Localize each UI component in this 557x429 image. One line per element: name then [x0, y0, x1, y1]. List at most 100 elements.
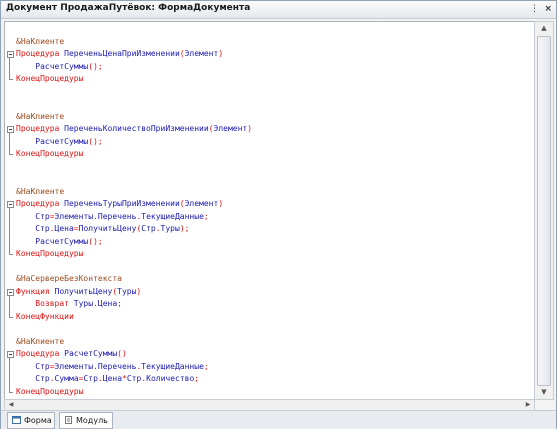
scroll-down-icon[interactable]: ▼ [535, 386, 553, 399]
code-token: Стр [141, 224, 156, 233]
vertical-scroll-thumb[interactable] [537, 36, 551, 386]
code-line: Стр.Сумма=Стр.Цена*Стр.Количество; [16, 373, 199, 385]
scroll-right-icon[interactable]: ▶ [522, 400, 534, 410]
code-token: () [117, 349, 127, 358]
code-editor[interactable]: &НаКлиенте Процедура ПереченьЦенаПриИзмен… [4, 21, 535, 400]
code-line: Стр=Элементы.Перечень.ТекущиеДанные; [16, 211, 208, 223]
code-token: Элементы [54, 361, 94, 371]
code-line: Стр.Цена=ПолучитьЦену(Стр.Туры); [16, 223, 189, 235]
code-token: (); [88, 236, 103, 246]
tab-module[interactable]: Модуль [59, 412, 113, 429]
code-token: ; [203, 361, 209, 371]
code-token: Количество [146, 374, 195, 383]
code-token: КонецПроцедуры [16, 386, 84, 396]
fold-end-mark [9, 316, 13, 318]
code-token: ТекущиеДанные [141, 361, 204, 371]
code-line: КонецПроцедуры [16, 386, 83, 398]
fold-end-mark [9, 154, 13, 156]
code-token: ; [117, 299, 122, 308]
code-token: (); [88, 136, 103, 146]
code-token: Стр [16, 361, 50, 371]
code-line: РасчетСуммы(); [16, 61, 103, 73]
code-line: &НаКлиенте [16, 186, 64, 198]
code-token: &НаКлиенте [16, 336, 65, 346]
fold-toggle-icon[interactable] [7, 51, 14, 59]
code-token: Функция [16, 286, 55, 296]
code-token: &НаКлиенте [16, 36, 65, 46]
code-token: ПереченьКоличествоПриИзменении [64, 124, 209, 133]
code-line: Стр=Элементы.Перечень.ТекущиеДанные; [16, 361, 209, 373]
form-icon [12, 416, 21, 424]
code-line: Процедура РасчетСуммы() [16, 348, 127, 360]
code-token: Стр [16, 374, 50, 383]
code-token: РасчетСуммы [16, 236, 89, 246]
fold-guide-line [9, 133, 10, 155]
code-token: ) [136, 286, 142, 296]
code-token: &НаКлиенте [16, 111, 65, 121]
code-token: КонецФункции [16, 311, 74, 321]
code-token: Цена [54, 224, 74, 233]
code-token: ) [218, 199, 224, 208]
code-token: (); [88, 61, 103, 71]
code-token: Туры [160, 224, 180, 233]
scroll-up-icon[interactable]: ▲ [535, 22, 553, 35]
code-line: Возврат Туры.Цена; [16, 298, 122, 310]
code-token: Перечень [97, 211, 137, 221]
code-line: &НаКлиенте [16, 111, 64, 123]
code-line: Функция ПолучитьЦену(Туры) [16, 286, 141, 298]
tab-form[interactable]: Форма [7, 412, 55, 429]
code-token: Стр [16, 224, 50, 233]
fold-end-mark [9, 391, 13, 393]
fold-toggle-icon[interactable] [7, 288, 14, 296]
code-line: КонецПроцедуры [16, 73, 83, 85]
bottom-tab-bar: Форма Модуль [1, 410, 556, 429]
code-token: &НаСервереБезКонтекста [16, 274, 122, 283]
fold-end-mark [9, 254, 13, 256]
scroll-left-icon[interactable]: ◀ [5, 400, 17, 410]
code-token: Элементы [54, 211, 94, 221]
code-line: РасчетСуммы(); [16, 136, 103, 148]
form-window: Документ ПродажаПутёвок: ФормаДокумента … [0, 0, 557, 429]
code-line: Процедура ПереченьЦенаПриИзменении(Элеме… [16, 48, 223, 60]
code-token: ТекущиеДанные [141, 211, 204, 221]
code-token: ) [218, 49, 224, 58]
code-token: Элемент [184, 49, 219, 58]
code-token: Туры [73, 299, 94, 308]
code-token: РасчетСуммы [64, 349, 118, 358]
code-token: Стр [83, 374, 98, 383]
code-token: КонецПроцедуры [16, 149, 84, 158]
code-token: ) [247, 124, 253, 133]
fold-guide-line [9, 295, 10, 317]
code-token: &НаКлиенте [16, 186, 65, 196]
fold-toggle-icon[interactable] [7, 351, 14, 359]
fold-guide-line [9, 58, 10, 80]
code-token: Туры [117, 286, 137, 296]
code-line: Процедура ПереченьТурыПриИзменении(Элеме… [16, 198, 223, 210]
fold-guide-line [9, 358, 10, 392]
code-token: Перечень [97, 361, 137, 371]
close-button[interactable]: × [544, 3, 552, 15]
code-token: Процедура [16, 49, 65, 58]
window-menu-button[interactable]: ⋮ [530, 3, 540, 15]
vertical-scrollbar[interactable]: ▲ ▼ [534, 21, 554, 400]
code-token: Возврат [16, 299, 74, 308]
tab-form-label: Форма [24, 416, 52, 425]
fold-guide-line [9, 208, 10, 255]
code-token: Стр [126, 374, 142, 383]
fold-toggle-icon[interactable] [7, 201, 14, 209]
code-token: Цена [97, 299, 118, 308]
code-token: Элемент [184, 199, 219, 208]
window-title: Документ ПродажаПутёвок: ФормаДокумента [6, 3, 251, 13]
code-token: ); [179, 224, 190, 233]
code-line: &НаСервереБезКонтекста [16, 273, 122, 285]
code-token: Сумма [54, 374, 79, 383]
code-line: &НаКлиенте [16, 336, 64, 348]
code-token: ПолучитьЦену [54, 286, 113, 296]
module-icon [65, 416, 72, 424]
fold-toggle-icon[interactable] [7, 126, 14, 134]
code-line: КонецПроцедуры [16, 148, 83, 160]
code-token: РасчетСуммы [16, 61, 89, 71]
code-token: Элемент [213, 124, 248, 133]
code-line: &НаКлиенте [16, 36, 64, 48]
code-token: Процедура [16, 349, 65, 358]
